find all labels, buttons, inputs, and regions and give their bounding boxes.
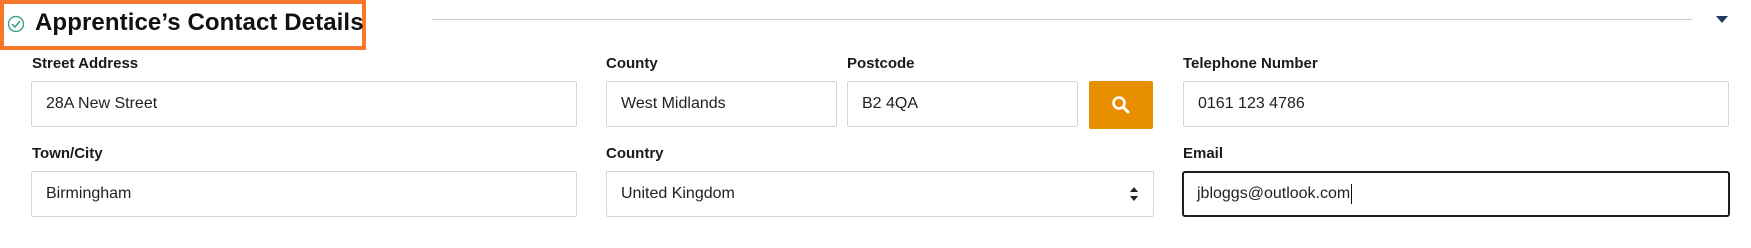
text-cursor	[1351, 183, 1353, 204]
caret-down-icon[interactable]	[1716, 16, 1728, 24]
town-city-input[interactable]: Birmingham	[31, 171, 577, 217]
postcode-search-button[interactable]	[1089, 81, 1153, 129]
county-label: County	[606, 55, 658, 72]
telephone-input[interactable]: 0161 123 4786	[1183, 81, 1729, 127]
town-city-label: Town/City	[32, 145, 103, 162]
postcode-label: Postcode	[847, 55, 915, 72]
telephone-label: Telephone Number	[1183, 55, 1318, 72]
street-address-label: Street Address	[32, 55, 139, 72]
street-address-input[interactable]: 28A New Street	[31, 81, 577, 127]
section-divider	[432, 19, 1692, 20]
select-arrows-icon	[1130, 187, 1138, 201]
postcode-input[interactable]: B2 4QA	[847, 81, 1078, 127]
email-input[interactable]: jbloggs@outlook.com	[1182, 171, 1730, 217]
county-input[interactable]: West Midlands	[606, 81, 837, 127]
country-select[interactable]: United Kingdom	[606, 171, 1154, 217]
country-label: Country	[606, 145, 664, 162]
email-value: jbloggs@outlook.com	[1197, 185, 1351, 202]
section-title: Apprentice’s Contact Details	[35, 9, 364, 36]
country-selected-value: United Kingdom	[621, 185, 735, 202]
check-circle-icon	[7, 15, 25, 33]
email-label: Email	[1183, 145, 1224, 162]
search-icon	[1112, 96, 1130, 114]
section-header: Apprentice’s Contact Details	[0, 0, 1751, 56]
section-title-highlight: Apprentice’s Contact Details	[0, 0, 366, 50]
